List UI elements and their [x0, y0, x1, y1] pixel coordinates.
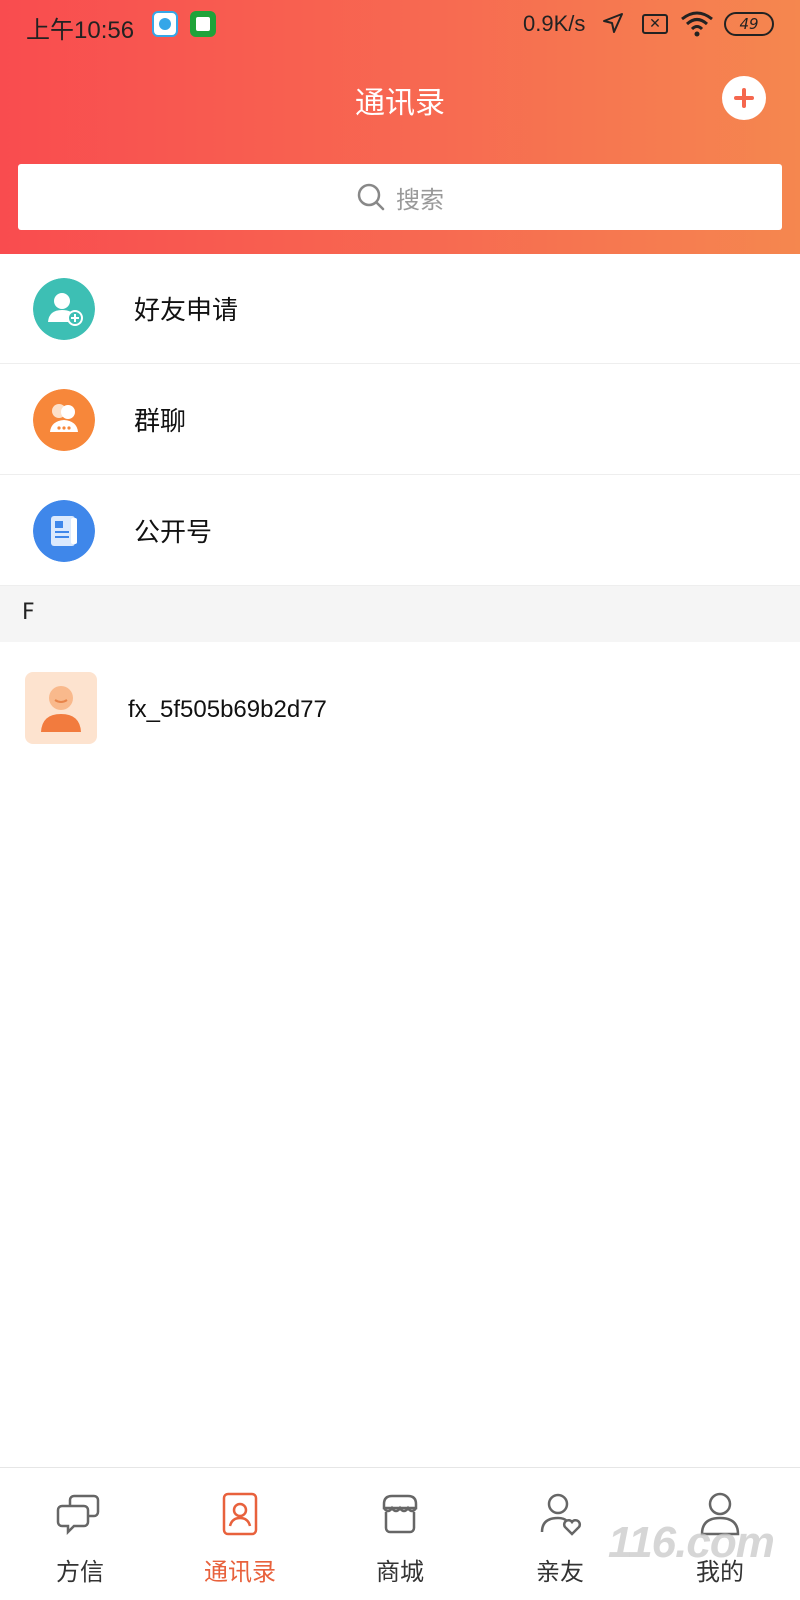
add-button[interactable] [722, 76, 766, 120]
store-icon [382, 1494, 418, 1534]
status-bar: 上午10:56 0.9K/s ✕ 49 [0, 0, 800, 50]
contacts-icon [222, 1492, 258, 1536]
public-account-icon [33, 500, 95, 562]
tab-label: 方信 [56, 1558, 104, 1586]
app-notification-icon [152, 11, 178, 37]
search-icon [357, 183, 385, 211]
section-letter: F [22, 600, 35, 625]
group-chat-icon [33, 389, 95, 451]
family-icon [540, 1493, 581, 1536]
section-header: F [0, 586, 800, 642]
avatar [25, 672, 97, 744]
tab-chat[interactable]: 方信 [0, 1468, 160, 1600]
search-bar[interactable]: 搜索 [18, 164, 782, 230]
menu-item-group-chat[interactable]: 群聊 [0, 365, 800, 475]
tab-store[interactable]: 商城 [320, 1468, 480, 1600]
user-avatar-icon [41, 686, 81, 732]
menu-item-label: 群聊 [134, 407, 187, 437]
battery-icon: 49 [724, 12, 774, 36]
contact-name: fx_5f505b69b2d77 [128, 696, 327, 723]
chat-icon [56, 1494, 100, 1536]
add-friend-icon [33, 278, 95, 340]
search-placeholder: 搜索 [396, 185, 444, 214]
header: 上午10:56 0.9K/s ✕ 49 通讯录 搜索 [0, 0, 800, 254]
contact-item[interactable]: fx_5f505b69b2d77 [0, 660, 800, 760]
sim-off-icon: ✕ [642, 14, 668, 34]
menu-item-public-account[interactable]: 公开号 [0, 476, 800, 586]
app-notification-icon-2 [190, 11, 216, 37]
status-time: 上午10:56 [26, 17, 135, 44]
tab-contacts[interactable]: 通讯录 [160, 1468, 320, 1600]
watermark: 116.com [608, 1518, 775, 1567]
menu-item-label: 公开号 [134, 518, 213, 548]
tab-label: 商城 [376, 1558, 424, 1586]
wifi-icon [681, 11, 713, 37]
menu-item-label: 好友申请 [134, 296, 239, 326]
location-icon [603, 13, 623, 33]
menu-item-friend-requests[interactable]: 好友申请 [0, 254, 800, 364]
page-title: 通讯录 [355, 86, 445, 121]
tab-label: 通讯录 [204, 1558, 276, 1586]
network-speed: 0.9K/s [523, 11, 586, 36]
